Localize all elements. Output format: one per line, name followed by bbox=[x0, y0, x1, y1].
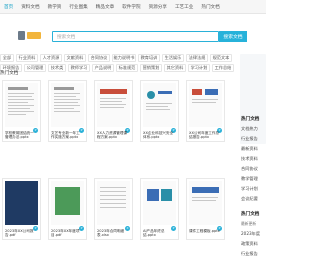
tag[interactable]: 人才资源 bbox=[40, 54, 62, 62]
nav-item-home[interactable]: 首页 bbox=[4, 4, 13, 10]
tag[interactable]: 公司管理 bbox=[24, 64, 46, 72]
document-title: 文艺专业新一年工作实施方案.pptx bbox=[51, 131, 80, 140]
tag-all[interactable]: 全部 bbox=[0, 54, 14, 62]
hot-doc-item[interactable]: 会议纪要 bbox=[241, 196, 258, 202]
hot-doc-item[interactable]: 最新资料 bbox=[241, 146, 258, 152]
document-card[interactable]: P XX企业科技兴安全体系.pptx bbox=[140, 80, 179, 142]
document-thumbnail bbox=[143, 83, 176, 127]
document-thumbnail bbox=[143, 181, 176, 225]
nav-item-docs[interactable]: 资料文档 bbox=[21, 4, 39, 10]
document-title: XX公司年度工作总结报告.pptx bbox=[189, 131, 220, 140]
tag[interactable]: 行业资料 bbox=[16, 54, 38, 62]
tag[interactable]: 能力说明书 bbox=[112, 54, 136, 62]
tag[interactable]: 合同协议 bbox=[88, 54, 110, 62]
tag[interactable]: 工作总结 bbox=[212, 64, 234, 72]
tag[interactable]: 产品说明 bbox=[92, 64, 114, 72]
hot-doc-item[interactable]: 技术资料 bbox=[241, 156, 258, 162]
tag[interactable]: 教师学习 bbox=[68, 64, 90, 72]
logo-mark-icon bbox=[18, 30, 25, 40]
hot-doc-item[interactable]: 教学管理 bbox=[241, 176, 258, 182]
recent-doc-item[interactable]: 政策资料 bbox=[241, 241, 258, 247]
hot-doc-item[interactable]: 学习计划 bbox=[241, 186, 258, 192]
nav-item-craft[interactable]: 工艺工业 bbox=[175, 4, 193, 10]
document-thumbnail bbox=[189, 181, 222, 225]
hot-doc-item[interactable]: 合同协议 bbox=[241, 166, 258, 172]
nav-item-resources[interactable]: 资源分享 bbox=[149, 4, 167, 10]
document-title: XX人力资源管理课程方案.pptx bbox=[97, 131, 128, 140]
logo-badge-icon bbox=[27, 31, 41, 39]
recent-docs-title: 热门文档 bbox=[241, 212, 260, 217]
document-card[interactable]: P XX公司年度工作总结报告.pptx bbox=[186, 80, 225, 142]
top-nav-bar: 首页 资料文档 教学资 行业图集 精品文章 软件学院 资源分享 工艺工业 热门文… bbox=[0, 0, 266, 14]
nav-item-teaching[interactable]: 教学资 bbox=[48, 4, 62, 10]
nav-item-articles[interactable]: 精品文章 bbox=[96, 4, 114, 10]
document-thumbnail bbox=[5, 181, 38, 225]
nav-item-industry[interactable]: 行业图集 bbox=[69, 4, 87, 10]
document-title: 课件工程模板.pptx bbox=[189, 229, 220, 233]
tag[interactable]: 技术类 bbox=[48, 64, 66, 72]
tag[interactable]: 其它资料 bbox=[164, 64, 186, 72]
document-title: 2023年合同明细表.xlsx bbox=[97, 229, 125, 238]
tag[interactable]: 标准规范 bbox=[116, 64, 138, 72]
document-card[interactable]: P 学校教育团结统一管理办法.pptx bbox=[2, 80, 41, 142]
document-card[interactable]: P 课件工程模板.pptx bbox=[186, 178, 225, 240]
hot-doc-item[interactable]: 文档热力 bbox=[241, 126, 258, 132]
tag[interactable]: 学习计划 bbox=[188, 64, 210, 72]
recent-doc-item[interactable]: 行业报告 bbox=[241, 251, 258, 257]
section-title: 热门文档 bbox=[0, 71, 19, 76]
right-sidebar: 热门文档 文档热力 行业报告 最新资料 技术资料 合同协议 教学管理 学习计划 … bbox=[236, 54, 266, 269]
hot-docs-title: 热门文档 bbox=[241, 117, 260, 122]
tag[interactable]: 法律法规 bbox=[186, 54, 208, 62]
document-thumbnail bbox=[5, 83, 38, 127]
document-title: AI产品年终总结.pptx bbox=[143, 229, 165, 238]
document-card[interactable]: P XX人力资源管理课程方案.pptx bbox=[94, 80, 133, 142]
tag[interactable]: 文献资料 bbox=[64, 54, 86, 62]
tag[interactable]: 营销策划 bbox=[140, 64, 162, 72]
document-thumbnail bbox=[51, 83, 84, 127]
document-title: 2023年XX年度项目.pdf bbox=[51, 229, 80, 238]
document-thumbnail bbox=[189, 83, 222, 127]
document-thumbnail bbox=[97, 181, 130, 225]
tag[interactable]: 教育培训 bbox=[138, 54, 160, 62]
document-card[interactable]: P 2023年XX年度项目.pdf bbox=[48, 178, 87, 240]
document-title: 2023年XX公司报告.pdf bbox=[5, 229, 34, 238]
tag[interactable]: 生活娱乐 bbox=[162, 54, 184, 62]
document-thumbnail bbox=[97, 83, 130, 127]
document-title: XX企业科技兴安全体系.pptx bbox=[143, 131, 174, 140]
document-title: 学校教育团结统一管理办法.pptx bbox=[5, 131, 34, 140]
recent-doc-item[interactable]: 2023年度 bbox=[241, 231, 260, 237]
search-input[interactable]: 搜索文档 bbox=[52, 31, 219, 42]
hot-doc-item[interactable]: 行业报告 bbox=[241, 136, 258, 142]
document-card[interactable]: P 2023年XX公司报告.pdf bbox=[2, 178, 41, 240]
nav-item-hot[interactable]: 热门文档 bbox=[201, 4, 219, 10]
document-thumbnail bbox=[51, 181, 84, 225]
recent-docs-date: 最新更新 bbox=[241, 221, 257, 226]
search-button[interactable]: 搜索文档 bbox=[219, 31, 247, 42]
site-logo[interactable] bbox=[18, 28, 46, 42]
nav-item-software[interactable]: 软件学院 bbox=[122, 4, 140, 10]
document-card[interactable]: P AI产品年终总结.pptx bbox=[140, 178, 179, 240]
tag[interactable]: 规范文本 bbox=[210, 54, 232, 62]
document-card[interactable]: P 文艺专业新一年工作实施方案.pptx bbox=[48, 80, 87, 142]
document-card[interactable]: X 2023年合同明细表.xlsx bbox=[94, 178, 133, 240]
